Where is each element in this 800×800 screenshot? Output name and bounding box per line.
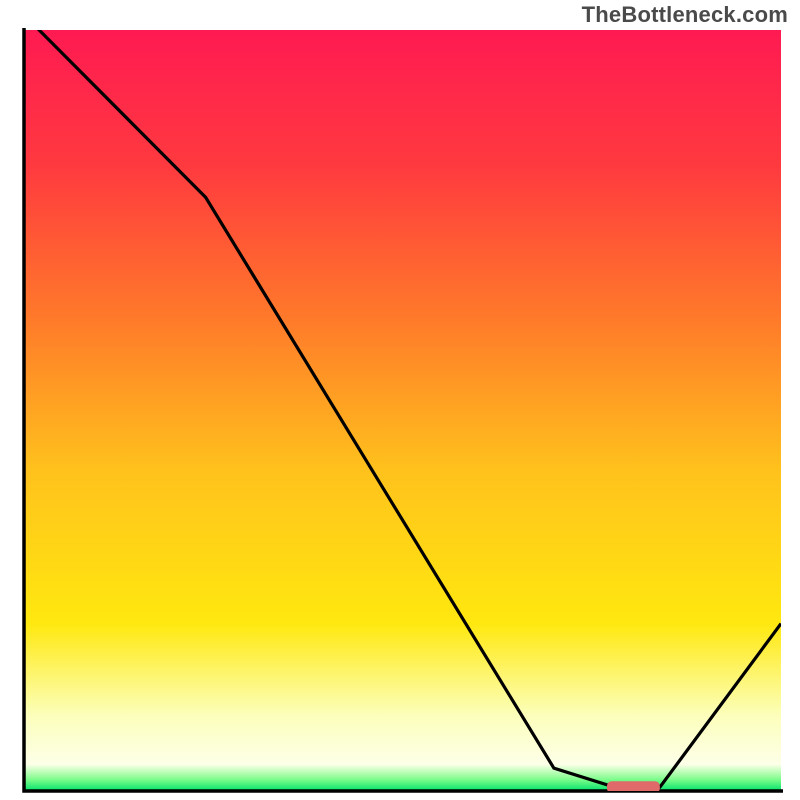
gradient-background	[24, 30, 781, 791]
chart-container: TheBottleneck.com	[0, 0, 800, 800]
watermark-text: TheBottleneck.com	[582, 2, 788, 28]
bottleneck-chart	[0, 0, 800, 800]
